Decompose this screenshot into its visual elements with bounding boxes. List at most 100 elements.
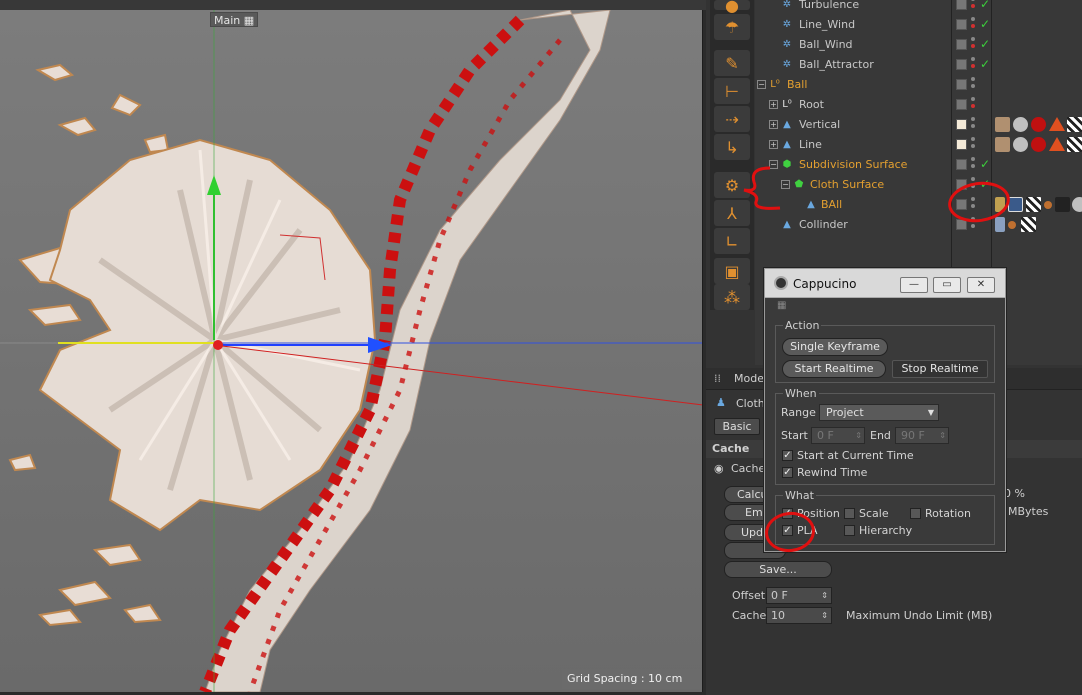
material-tag-icon[interactable] xyxy=(1013,137,1028,152)
texture-tag-icon[interactable] xyxy=(995,117,1010,132)
enabled-check-icon[interactable]: ✓ xyxy=(980,17,990,31)
tab-basic[interactable]: Basic xyxy=(714,418,760,435)
stepper-icon[interactable]: ⇕ xyxy=(939,428,946,443)
object-row-subdivision-surface[interactable]: − ⬢ Subdivision Surface ✓ xyxy=(755,155,1082,175)
checker-tag-icon[interactable] xyxy=(1067,117,1082,132)
visibility-toggle[interactable] xyxy=(956,0,967,10)
viewport-3d[interactable]: Main ▦ Grid Spacing : 10 cm xyxy=(0,10,703,692)
arrow-tool-icon[interactable]: ⇢ xyxy=(714,106,750,132)
visibility-toggle[interactable] xyxy=(956,119,967,130)
render-dots[interactable] xyxy=(971,77,975,92)
end-field[interactable]: 90 F ⇕ xyxy=(895,427,949,444)
single-keyframe-button[interactable]: Single Keyframe xyxy=(782,338,888,356)
cinema4d-logo-icon xyxy=(774,276,788,290)
material-tag-icon[interactable] xyxy=(1031,117,1046,132)
collider-tag-icon[interactable] xyxy=(995,217,1005,232)
checker-tag-icon[interactable] xyxy=(1021,217,1036,232)
start-realtime-button[interactable]: Start Realtime xyxy=(782,360,886,378)
render-dots[interactable] xyxy=(971,117,975,132)
render-dots[interactable] xyxy=(971,137,975,152)
stepper-icon[interactable]: ⇕ xyxy=(855,428,862,443)
range-select[interactable]: Project ▼ xyxy=(819,404,939,421)
joint-tool-icon[interactable]: ⊢ xyxy=(714,78,750,104)
material-tag-icon[interactable] xyxy=(1072,197,1082,212)
cloth-tag-icon-selected[interactable] xyxy=(1008,197,1023,212)
object-row-vertical[interactable]: + ▲ Vertical xyxy=(755,115,1082,135)
dialog-titlebar[interactable]: Cappucino — ▭ ✕ xyxy=(765,269,1005,298)
parachute-icon[interactable]: ☂ xyxy=(714,14,750,40)
collapse-toggle[interactable]: − xyxy=(757,80,766,89)
render-dots[interactable] xyxy=(971,97,975,112)
tool-top-icon[interactable]: ● xyxy=(714,0,750,15)
dot-tag-icon[interactable] xyxy=(1044,201,1052,209)
hierarchy-checkbox[interactable] xyxy=(844,525,855,536)
cloth-tag-icon[interactable] xyxy=(1049,137,1065,151)
enabled-check-icon[interactable]: ✓ xyxy=(980,0,990,11)
offset-value: 0 F xyxy=(771,589,788,602)
visibility-toggle[interactable] xyxy=(956,39,967,50)
render-dots[interactable] xyxy=(971,37,975,52)
offset-field[interactable]: 0 F ⇕ xyxy=(766,587,832,604)
rotation-checkbox[interactable] xyxy=(910,508,921,519)
object-row-ball-mesh[interactable]: ▲ BAll xyxy=(755,195,1082,215)
start-at-current-checkbox[interactable]: ✓ xyxy=(782,450,793,461)
object-row-ball-attractor[interactable]: ✲ Ball_Attractor ✓ xyxy=(755,55,1082,75)
cloth-tag-icon[interactable] xyxy=(1049,117,1065,131)
mode-menu[interactable]: Mode xyxy=(734,372,764,385)
object-row-collinder[interactable]: ▲ Collinder xyxy=(755,215,1082,235)
enabled-check-icon[interactable]: ✓ xyxy=(980,57,990,71)
stepper-icon[interactable]: ⇕ xyxy=(821,588,828,603)
xyz-tool-icon[interactable]: ⁂ xyxy=(714,284,750,310)
expand-toggle[interactable]: + xyxy=(769,100,778,109)
render-dots[interactable] xyxy=(971,157,975,172)
checker-tag-icon[interactable] xyxy=(1026,197,1041,212)
cache-radio-label: Cache xyxy=(731,462,766,475)
material-tag-icon[interactable] xyxy=(1013,117,1028,132)
object-row-ball-wind[interactable]: ✲ Ball_Wind ✓ xyxy=(755,35,1082,55)
bone-tool-icon[interactable]: ✎ xyxy=(714,50,750,76)
cache-size-value: 10 xyxy=(771,609,785,622)
dot-tag-icon[interactable] xyxy=(1008,221,1016,229)
visibility-toggle[interactable] xyxy=(956,19,967,30)
expand-toggle[interactable]: + xyxy=(769,120,778,129)
render-dots[interactable] xyxy=(971,57,975,72)
rewind-time-checkbox[interactable]: ✓ xyxy=(782,467,793,478)
render-dots[interactable] xyxy=(971,17,975,32)
visibility-toggle[interactable] xyxy=(956,159,967,170)
scale-checkbox[interactable] xyxy=(844,508,855,519)
radio-icon[interactable]: ◉ xyxy=(714,462,724,475)
visibility-toggle[interactable] xyxy=(956,139,967,150)
checker-tag-icon[interactable] xyxy=(1067,137,1082,152)
enabled-check-icon[interactable]: ✓ xyxy=(980,37,990,51)
stepper-icon[interactable]: ⇕ xyxy=(821,608,828,623)
enabled-check-icon[interactable]: ✓ xyxy=(980,157,990,171)
object-row-root[interactable]: + L⁰ Root xyxy=(755,95,1082,115)
render-dots[interactable] xyxy=(971,0,975,12)
save-button[interactable]: Save... xyxy=(724,561,832,578)
object-row-line[interactable]: + ▲ Line xyxy=(755,135,1082,155)
expand-toggle[interactable]: + xyxy=(769,140,778,149)
object-row-line-wind[interactable]: ✲ Line_Wind ✓ xyxy=(755,15,1082,35)
camera-tag-icon[interactable] xyxy=(1055,197,1070,212)
texture-tag-icon[interactable] xyxy=(995,137,1010,152)
when-group: When Range Project ▼ Start 0 F ⇕ End 90 … xyxy=(775,387,995,485)
image-tool-icon[interactable]: ▣ xyxy=(714,258,750,284)
viewport-scene[interactable] xyxy=(0,10,703,692)
visibility-toggle[interactable] xyxy=(956,99,967,110)
material-tag-icon[interactable] xyxy=(1031,137,1046,152)
axis-tool-icon[interactable]: ∟ xyxy=(714,228,750,254)
start-field[interactable]: 0 F ⇕ xyxy=(811,427,865,444)
object-row-cloth-surface[interactable]: − ⬟ Cloth Surface ✓ xyxy=(755,175,1082,195)
stop-realtime-button[interactable]: Stop Realtime xyxy=(892,360,988,378)
null-tool-icon[interactable]: ↳ xyxy=(714,134,750,160)
close-icon[interactable]: ✕ xyxy=(967,277,995,293)
object-row-turbulence[interactable]: ✲ Turbulence ✓ xyxy=(755,0,1082,15)
maximize-icon[interactable]: ▭ xyxy=(933,277,961,293)
viewport-title[interactable]: Main ▦ xyxy=(210,12,259,27)
minimize-icon[interactable]: — xyxy=(900,277,928,293)
visibility-toggle[interactable] xyxy=(956,59,967,70)
object-name: Subdivision Surface xyxy=(799,158,908,171)
visibility-toggle[interactable] xyxy=(956,79,967,90)
cache-size-field[interactable]: 10 ⇕ xyxy=(766,607,832,624)
object-row-ball[interactable]: − L⁰ Ball xyxy=(755,75,1082,95)
